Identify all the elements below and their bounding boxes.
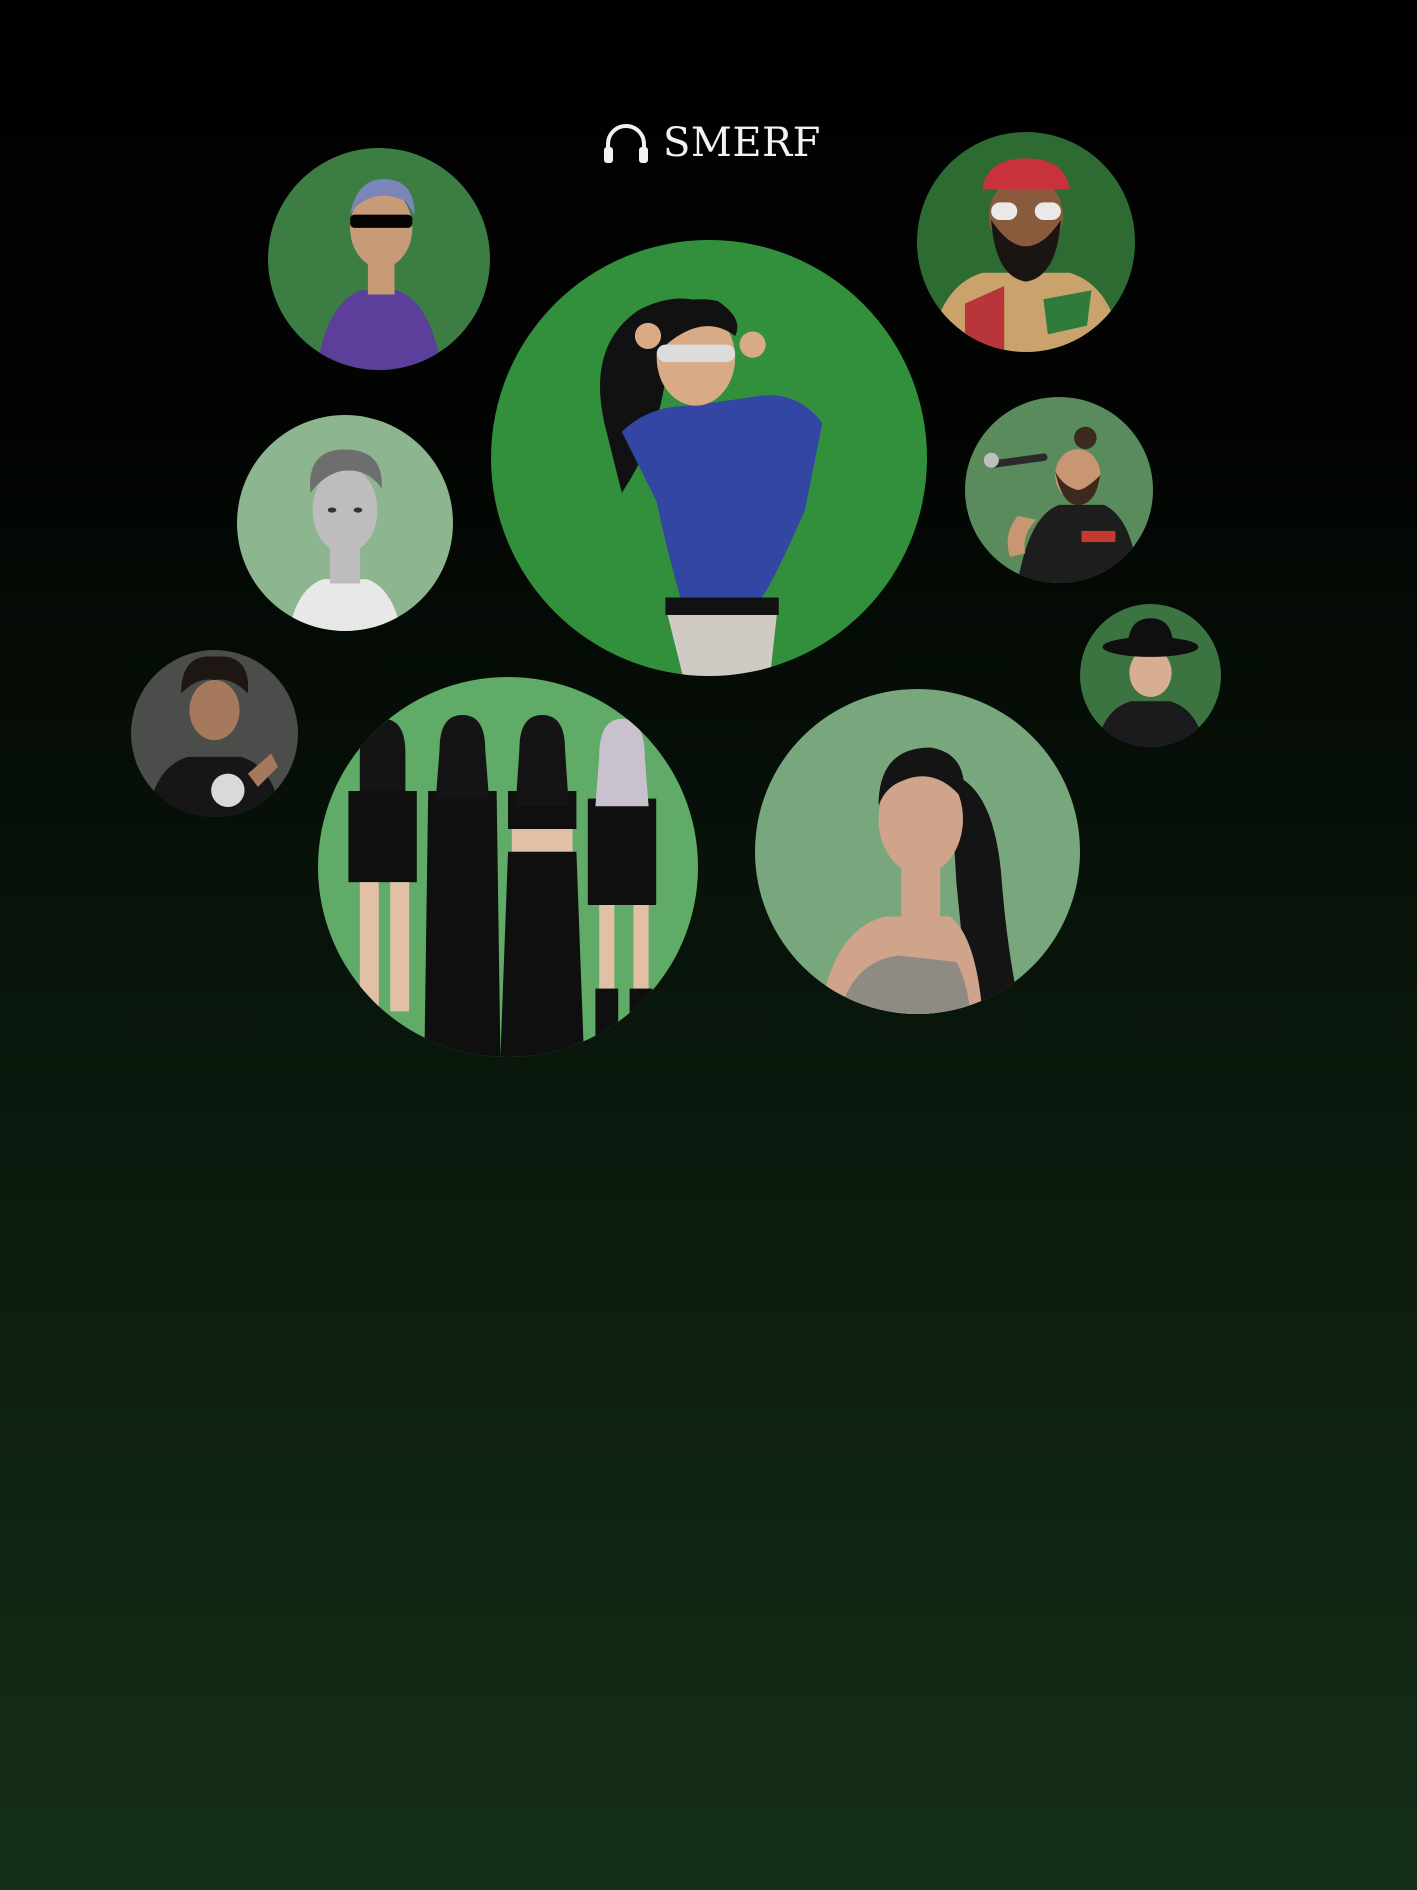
artist-bubble-singer-black-hat[interactable]: [1080, 604, 1221, 747]
headphones-icon: [604, 124, 648, 163]
artist-photo: [1080, 604, 1221, 747]
brand-logo[interactable]: SMERF: [603, 118, 821, 168]
artist-photo: [755, 689, 1080, 1014]
artist-photo: [917, 132, 1135, 352]
artist-photo: [268, 148, 490, 370]
artist-bubble-girl-group[interactable]: [318, 677, 698, 1057]
artist-bubble-performer-microphone[interactable]: [965, 397, 1153, 583]
brand-name: SMERF: [663, 120, 821, 166]
artist-bubble-featured-singer[interactable]: [491, 240, 927, 676]
artist-photo: [237, 415, 453, 631]
artist-photo: [965, 397, 1153, 583]
artist-photo: [318, 677, 698, 1057]
artist-bubble-singer-ponytail[interactable]: [755, 689, 1080, 1014]
artist-photo: [491, 240, 927, 676]
artist-bubble-rapper-red-cap[interactable]: [917, 132, 1135, 352]
artist-bubble-young-artist[interactable]: [131, 650, 298, 817]
artist-photo: [131, 650, 298, 817]
artist-bubble-rapper-purple-jacket[interactable]: [268, 148, 490, 370]
artist-bubble-singer-grayscale[interactable]: [237, 415, 453, 631]
